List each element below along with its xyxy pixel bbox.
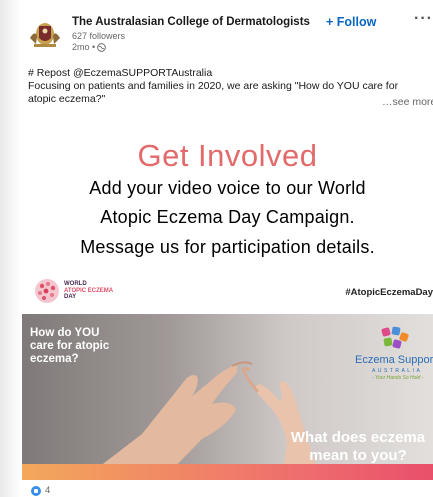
campaign-headline: Get Involved bbox=[137, 138, 318, 173]
social-counts[interactable]: 4 bbox=[31, 485, 50, 496]
question-text: How do YOU care for atopic eczema? bbox=[30, 327, 110, 365]
post-header: The Australasian College of Dermatologis… bbox=[22, 0, 433, 64]
campaign-banner-strip: WORLD ATOPIC ECZEMA DAY #AtopicEczemaDay bbox=[22, 267, 433, 314]
question-how-do-you-care: How do YOU care for atopic eczema? bbox=[30, 327, 122, 366]
reaction-count[interactable]: 4 bbox=[45, 485, 50, 496]
eczema-support-name: Eczema Support bbox=[355, 354, 433, 366]
eczema-support-logo-icon bbox=[381, 326, 409, 349]
post-text-line: # Repost @EczemaSUPPORTAustralia bbox=[28, 67, 213, 79]
gradient-footer-bar bbox=[22, 464, 433, 480]
author-name[interactable]: The Australasian College of Dermatologis… bbox=[72, 16, 310, 28]
eczema-support-tagline: - Your Hands So Hold - bbox=[372, 375, 424, 381]
question-text: What does eczema mean to you? bbox=[290, 429, 426, 464]
see-more-link[interactable]: …see more bbox=[382, 96, 433, 108]
campaign-hashtag: #AtopicEczemaDay bbox=[345, 287, 433, 298]
wad-logo-text: WORLD ATOPIC ECZEMA DAY bbox=[64, 281, 113, 301]
post-image[interactable]: Get Involved Add your video voice to our… bbox=[22, 120, 433, 480]
wad-logo-icon bbox=[35, 279, 59, 303]
post-text-line: Focusing on patients and families in 202… bbox=[28, 80, 399, 92]
eczema-support-country: AUSTRALIA bbox=[372, 368, 423, 374]
campaign-line: Add your video voice to our World bbox=[89, 178, 366, 198]
like-icon bbox=[31, 485, 41, 496]
wad-text-line: DAY bbox=[64, 294, 77, 300]
hands-photo: How do YOU care for atopic eczema? Eczem… bbox=[22, 314, 433, 480]
follow-button[interactable]: + Follow bbox=[326, 15, 376, 29]
post-time: 2mo • bbox=[72, 42, 96, 52]
campaign-line: Atopic Eczema Day Campaign. bbox=[100, 207, 355, 227]
post-text-line: atopic eczema?" bbox=[28, 93, 106, 105]
campaign-line: Message us for participation details. bbox=[80, 237, 375, 257]
more-icon[interactable]: ··· bbox=[414, 10, 433, 28]
college-crest-icon[interactable] bbox=[27, 18, 63, 50]
globe-icon bbox=[97, 42, 106, 52]
question-what-does-eczema-mean: What does eczema mean to you? bbox=[267, 429, 433, 465]
left-edge-shadow bbox=[0, 0, 22, 497]
follower-count: 627 followers bbox=[72, 31, 126, 41]
post-commentary: # Repost @EczemaSUPPORTAustralia Focusin… bbox=[28, 67, 432, 106]
post-meta: 2mo • bbox=[72, 42, 106, 52]
feed-post-card: The Australasian College of Dermatologis… bbox=[22, 0, 433, 497]
campaign-text-panel: Get Involved Add your video voice to our… bbox=[22, 120, 433, 267]
